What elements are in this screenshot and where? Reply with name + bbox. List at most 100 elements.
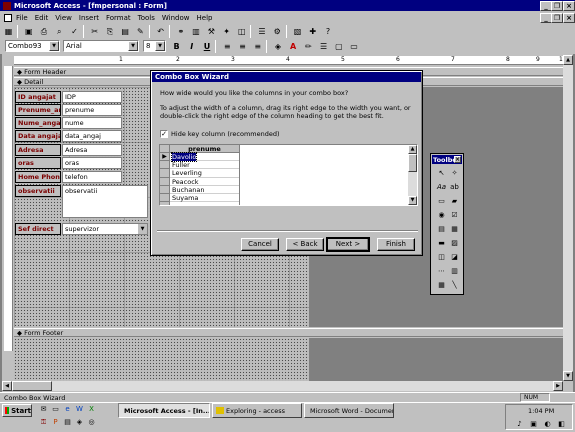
align-center-icon[interactable]: ≡ [236,40,249,53]
align-right-icon[interactable]: ≡ [251,40,264,53]
finish-button[interactable]: Finish [377,238,415,251]
field-label[interactable]: ID angajat [15,91,61,103]
scroll-down-icon[interactable]: ▼ [563,371,573,381]
row-selector[interactable] [160,194,169,203]
menu-help[interactable]: Help [197,14,213,22]
undo-icon[interactable]: ↶ [154,25,167,38]
back-button[interactable]: < Back [286,238,324,251]
access-icon[interactable]: ⚿ [38,417,49,427]
field-label[interactable]: Data angajarii [15,130,61,142]
menu-tools[interactable]: Tools [138,14,155,22]
command-button-icon[interactable]: ▬ [436,238,447,248]
column-header[interactable]: prenume [170,145,239,153]
select-objects-icon[interactable]: ↖ [436,168,447,178]
fill-color-icon[interactable]: ◈ [271,40,284,53]
font-size-selector[interactable]: 8 ▼ [143,40,166,52]
scroll-right-icon[interactable]: ▶ [553,381,563,391]
new-object-icon[interactable]: ✚ [306,25,319,38]
font-color-icon[interactable]: A [287,40,300,53]
sef-direct-label[interactable]: Sef direct [15,223,61,235]
channel-icon[interactable]: ◈ [74,417,85,427]
menu-insert[interactable]: Insert [79,14,99,22]
field-textbox[interactable]: prenume [62,104,122,116]
database-window-icon[interactable]: ▧ [291,25,304,38]
column-grid[interactable]: ▶ prenume Davolio Fuller Leverling Peaco… [159,144,418,206]
spelling-icon[interactable]: ✓ [68,25,81,38]
print-preview-icon[interactable]: ⌕ [53,25,66,38]
field-textbox[interactable]: telefon [62,171,122,183]
prenume-column[interactable]: prenume Davolio Fuller Leverling Peacock… [170,145,240,205]
internet-explorer-icon[interactable]: e [62,404,73,414]
cut-icon[interactable]: ✂ [88,25,101,38]
field-label[interactable]: Home Phone [15,171,61,183]
textbox-icon[interactable]: ab [449,182,460,192]
list-box-icon[interactable]: ▦ [449,224,460,234]
field-label[interactable]: Adresa [15,144,61,156]
start-button[interactable]: Start [2,404,32,417]
bound-object-icon[interactable]: ◪ [449,252,460,262]
hide-key-checkbox[interactable]: ✓ [160,130,168,138]
outlook-icon[interactable]: ✉ [38,404,49,414]
field-textbox[interactable]: nume [62,117,122,129]
format-painter-icon[interactable]: ✎ [134,25,147,38]
tray-app-icon[interactable]: ◐ [542,419,553,429]
combo-box-icon[interactable]: ▤ [436,224,447,234]
form-footer-bar[interactable]: ◆ Form Footer [14,328,571,337]
restore-button[interactable]: ❐ [551,1,563,11]
menu-window[interactable]: Window [162,14,190,22]
horizontal-scrollbar[interactable]: ◀ ▶ [2,381,563,391]
close-icon[interactable]: × [454,156,461,163]
build-icon[interactable]: ⚙ [271,25,284,38]
scroll-up-icon[interactable]: ▲ [408,145,417,154]
italic-icon[interactable]: I [185,40,198,53]
toolbox-title-bar[interactable]: Toolbox × [432,155,462,164]
image-icon[interactable]: ▨ [449,238,460,248]
column-row[interactable]: Suyama [170,194,239,203]
view-icon[interactable]: ▦ [2,25,15,38]
powerpoint-icon[interactable]: P [50,417,61,427]
tray-app-icon[interactable]: ◧ [556,419,567,429]
column-row[interactable]: Leverling [170,169,239,178]
field-list-icon[interactable]: ▥ [190,25,203,38]
vertical-scrollbar[interactable]: ▲ ▼ [563,55,573,381]
row-selector[interactable] [160,178,169,186]
unbound-object-icon[interactable]: ◫ [436,252,447,262]
insert-hyperlink-icon[interactable]: ⚭ [174,25,187,38]
column-row[interactable]: Peacock [170,178,239,186]
field-label[interactable]: Prenume_angajat [15,104,61,116]
next-button[interactable]: Next > [326,237,370,252]
row-selector[interactable] [160,161,169,170]
scroll-left-icon[interactable]: ◀ [2,381,12,391]
sef-direct-combo[interactable]: supervizor ▼ [62,223,148,235]
subform-icon[interactable]: ▦ [436,280,447,290]
field-textbox[interactable]: IDP [62,91,122,103]
field-textbox[interactable]: data_angaj [62,130,122,142]
launch-icon[interactable]: ◎ [86,417,97,427]
chevron-down-icon[interactable]: ▼ [138,224,147,234]
doc-close-button[interactable]: × [563,13,575,23]
office-assistant-icon[interactable]: ? [321,25,334,38]
check-box-icon[interactable]: ☑ [449,210,460,220]
autoformat-icon[interactable]: ✦ [220,25,233,38]
row-selector[interactable] [160,186,169,194]
scroll-up-icon[interactable]: ▲ [563,55,573,65]
field-textbox[interactable]: Adresa [62,144,122,156]
doc-restore-button[interactable]: ❐ [551,13,563,23]
menu-file[interactable]: File [16,14,28,22]
access-app-icon[interactable] [3,1,11,10]
print-icon[interactable]: ⎙ [37,25,50,38]
page-break-icon[interactable]: ⋯ [436,266,447,276]
scroll-thumb[interactable] [408,154,417,172]
grid-scrollbar[interactable]: ▲ ▼ [408,145,417,205]
row-selector[interactable] [160,169,169,178]
taskbar-access[interactable]: Microsoft Access - [In... [118,403,210,418]
volume-icon[interactable]: ♪ [514,419,525,429]
cancel-button[interactable]: Cancel [241,238,279,251]
menu-edit[interactable]: Edit [35,14,49,22]
taskbar-exploring[interactable]: Exploring - access [212,403,302,418]
label-icon[interactable]: Aa [436,182,447,192]
clock[interactable]: 1:04 PM [528,407,554,415]
menu-format[interactable]: Format [106,14,131,22]
network-icon[interactable]: ▣ [528,419,539,429]
field-label[interactable]: Nume_angajat [15,117,61,129]
